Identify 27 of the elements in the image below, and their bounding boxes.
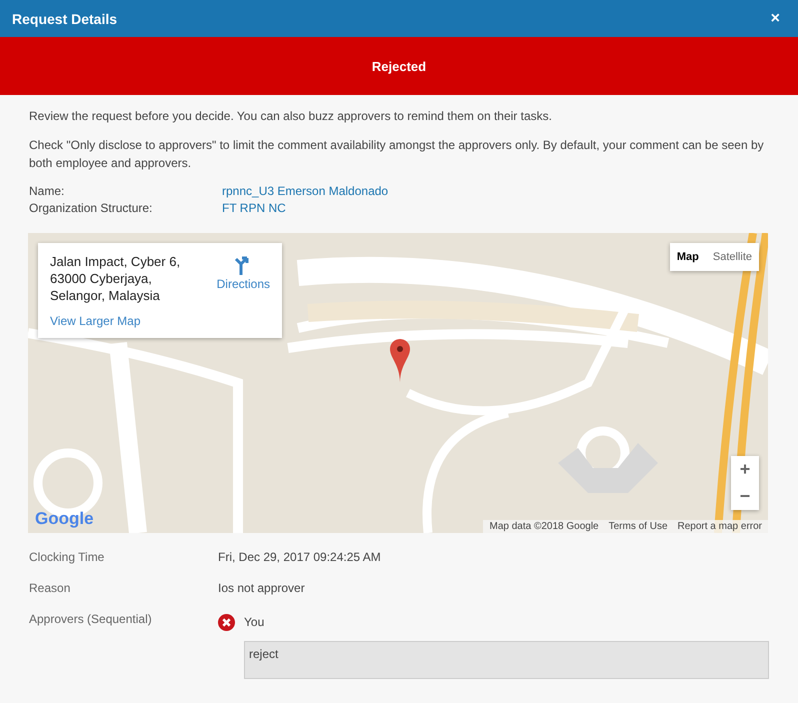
detail-value: Fri, Dec 29, 2017 09:24:25 AM [218, 549, 382, 566]
status-banner: Rejected [0, 37, 798, 95]
detail-label: Clocking Time [29, 549, 106, 566]
detail-value: Ios not approver [218, 580, 306, 597]
view-larger-map-link[interactable]: View Larger Map [50, 314, 217, 328]
map-type-button[interactable]: Satellite [706, 243, 759, 271]
detail-label: Reason [29, 580, 72, 597]
attribution-link[interactable]: Report a map error [678, 521, 762, 532]
zoom-out-button[interactable]: − [731, 483, 759, 510]
field-value-link[interactable]: rpnnc_U3 Emerson Maldonado [222, 183, 769, 200]
field-value-link[interactable]: FT RPN NC [222, 200, 769, 217]
comment-box: reject [244, 641, 769, 679]
approver-name: You [244, 614, 264, 631]
attribution-link[interactable]: Terms of Use [608, 521, 668, 532]
map-logo: Google [35, 509, 94, 529]
close-button[interactable]: × [766, 10, 784, 28]
directions-link[interactable]: Directions [216, 253, 270, 309]
map-type-button[interactable]: Map [670, 243, 706, 271]
field-label: Organization Structure: [29, 200, 154, 217]
attribution-link[interactable]: Map data ©2018 Google [489, 521, 599, 532]
address-text: Jalan Impact, Cyber 6, 63000 Cyberjaya, Selangor, Malaysia [50, 253, 182, 305]
instruction-text: Review the request before you decide. You can also buzz approvers to remind them on their tasks. [29, 108, 553, 125]
detail-label: Approvers (Sequential) [29, 611, 153, 628]
field-label: Name: [29, 183, 66, 200]
window-title: Request Details [12, 10, 118, 26]
instruction-text: Check "Only disclose to approvers" to limit the comment availability amongst the approvers only. By default, your comment can be seen by both employee and approvers. [29, 137, 765, 172]
zoom-in-button[interactable]: + [731, 456, 759, 483]
